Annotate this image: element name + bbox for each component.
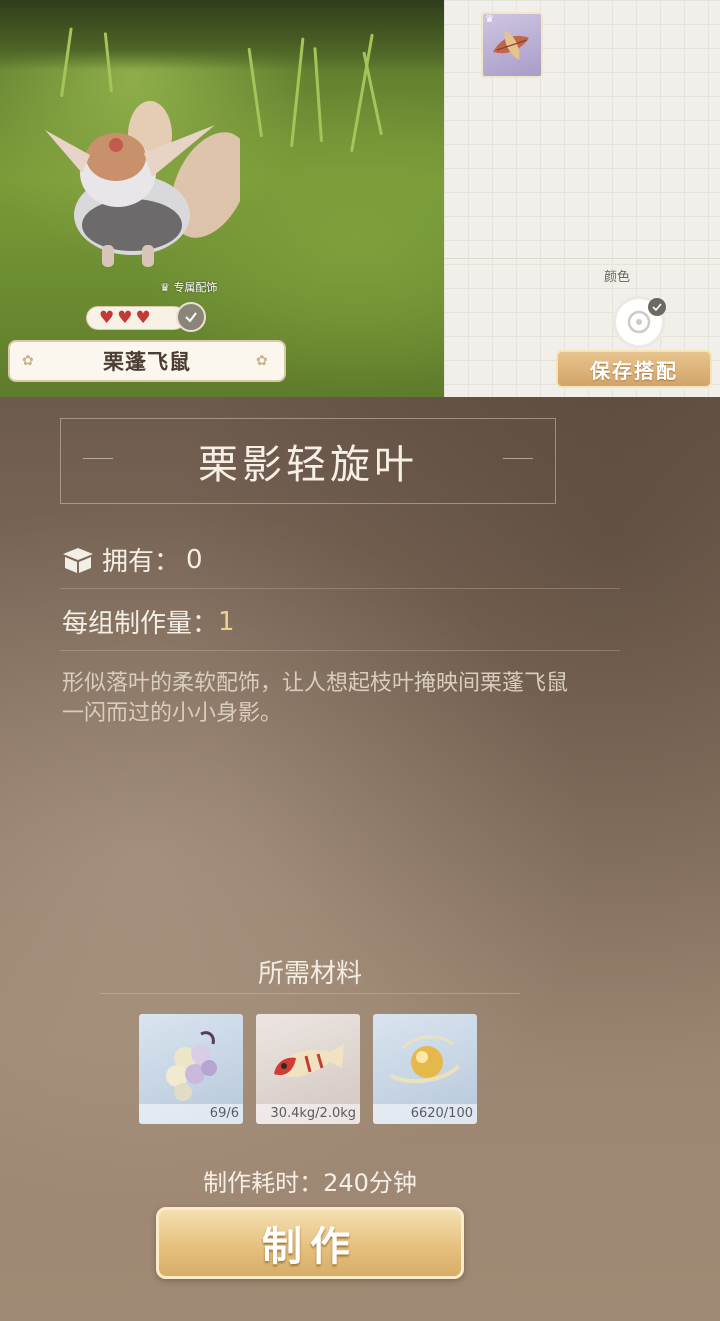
equip-check-button[interactable]: [176, 302, 206, 332]
heart-icon: ♥: [117, 307, 133, 328]
batch-label: 每组制作量：: [62, 609, 219, 639]
pet-creature[interactable]: [40, 95, 240, 280]
craft-time: 制作耗时：240分钟: [203, 1169, 417, 1197]
material-count: 30.4kg/2.0kg: [256, 1104, 360, 1124]
pet-name-plate: ✿ 栗蓬飞鼠 ✿: [8, 340, 286, 382]
divider: [60, 650, 620, 651]
paw-icon: ✿: [22, 353, 34, 369]
heart-icon: ♥: [99, 307, 115, 328]
item-title-frame: 栗影轻旋叶: [60, 418, 556, 504]
purple-berries-icon: [166, 1031, 217, 1101]
accessory-slot[interactable]: ♛: [481, 12, 543, 78]
affection-hearts: ♥ ♥ ♥: [86, 306, 186, 330]
divider: [60, 588, 620, 589]
save-outfit-button[interactable]: 保存搭配: [556, 350, 712, 388]
owned-label: 拥有：: [102, 547, 181, 577]
owned-row: 拥有： 0: [60, 541, 203, 578]
material-slot[interactable]: 6620/100: [373, 1014, 477, 1124]
red-fish-icon: [274, 1044, 344, 1077]
material-slot[interactable]: 69/6: [139, 1014, 243, 1124]
color-selected-check: [648, 298, 666, 316]
item-description: 形似落叶的柔软配饰，让人想起枝叶掩映间栗蓬飞鼠一闪而过的小小身影。: [62, 671, 569, 726]
crown-icon: ♛: [485, 14, 494, 25]
check-icon: [185, 312, 197, 323]
crafting-panel: 栗影轻旋叶 拥有： 0 每组制作量： 1 形似落叶的柔软配饰，让人想起枝叶掩映间…: [0, 397, 720, 1321]
batch-row: 每组制作量： 1: [62, 603, 235, 640]
preview-area: ♛ 专属配饰 ♥ ♥ ♥ ✿ 栗蓬飞鼠 ✿ ♛ 颜色 保存搭配: [0, 0, 720, 397]
material-count: 69/6: [139, 1104, 243, 1124]
owned-value: 0: [186, 544, 203, 575]
check-icon: [652, 303, 662, 312]
divider: [444, 258, 720, 259]
materials-title: 所需材料: [257, 959, 362, 989]
craft-button[interactable]: 制作: [156, 1207, 464, 1279]
pet-name: 栗蓬飞鼠: [103, 350, 191, 374]
crown-icon: ♛: [160, 281, 170, 294]
color-label: 颜色: [604, 270, 631, 285]
paw-icon: ✿: [256, 353, 268, 369]
batch-value: 1: [218, 606, 235, 637]
exclusive-accessory-tag: ♛ 专属配饰: [160, 281, 218, 294]
box-icon: [63, 547, 93, 573]
material-count: 6620/100: [373, 1104, 477, 1124]
item-title: 栗影轻旋叶: [198, 442, 418, 488]
material-slot[interactable]: 30.4kg/2.0kg: [256, 1014, 360, 1124]
divider: [100, 993, 520, 994]
pet-scene: ♛ 专属配饰 ♥ ♥ ♥ ✿ 栗蓬飞鼠 ✿: [0, 0, 444, 397]
heart-icon: ♥: [135, 307, 151, 328]
golden-orb-icon: [390, 1035, 461, 1084]
